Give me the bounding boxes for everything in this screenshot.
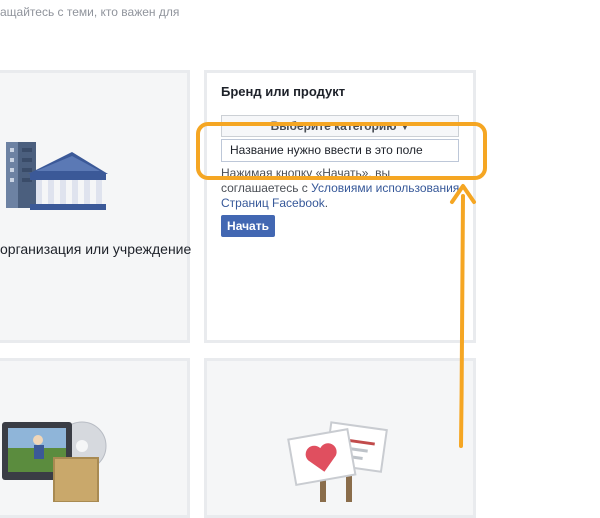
- annotation-arrow-icon: [450, 184, 476, 448]
